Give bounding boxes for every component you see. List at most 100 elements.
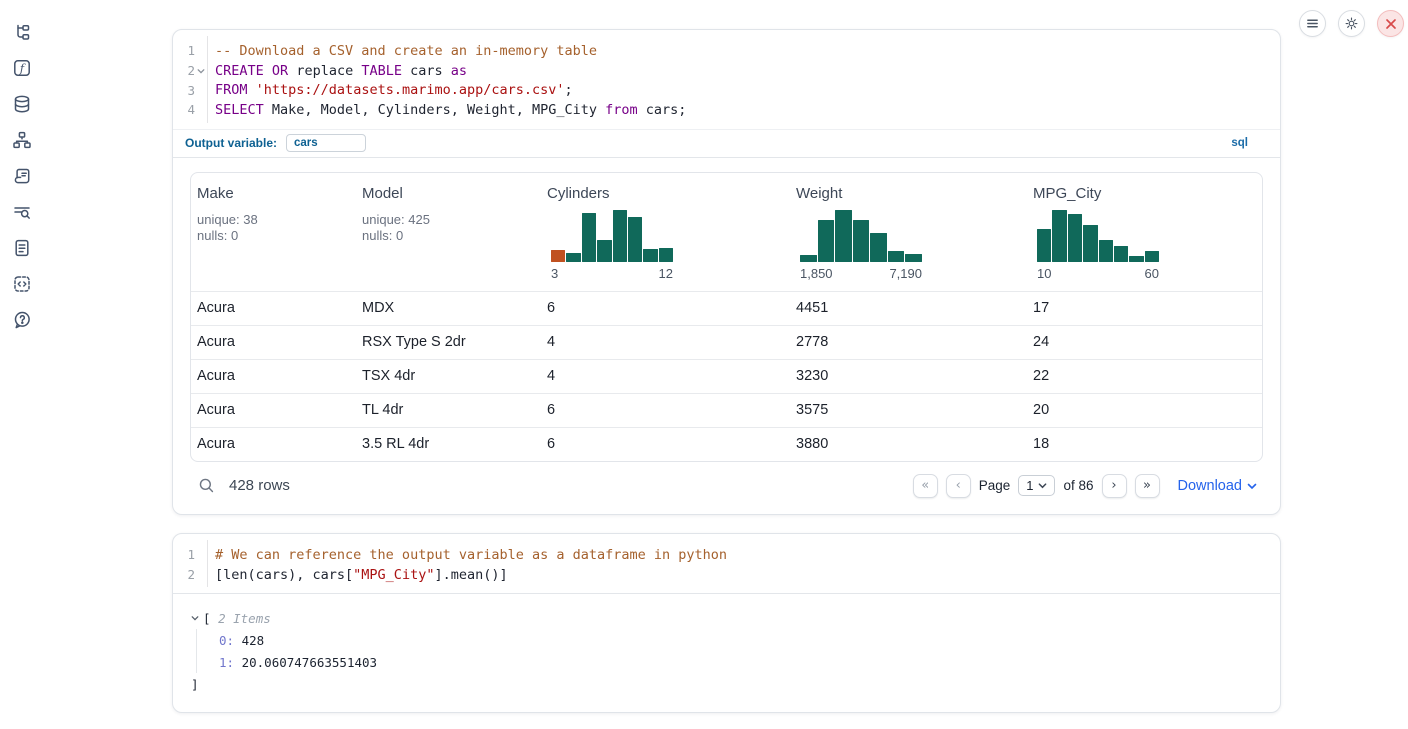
code-line: 4 SELECT Make, Model, Cylinders, Weight,… [173,100,1280,120]
pagination: « ‹ Page 1 of 86 › » Download [913,474,1257,498]
fold-chevron-icon[interactable] [195,67,207,75]
document-icon[interactable] [12,238,32,258]
dependency-graph-icon[interactable] [12,130,32,150]
helper-panel-sidebar: f [0,22,44,330]
line-number: 1 [173,43,195,58]
page: { "topbar": { "buttons": [ { "name": "me… [0,0,1408,729]
histogram-bar [566,253,580,261]
menu-button[interactable] [1299,10,1326,37]
sql-editor[interactable]: 1 -- Download a CSV and create an in-mem… [173,30,1280,129]
gutter-divider [207,36,208,123]
code-line: 1 -- Download a CSV and create an in-mem… [173,41,1280,61]
close-icon [1385,18,1397,30]
data-table: Make unique: 38 nulls: 0 Model unique: 4… [190,172,1263,462]
python-cell-output: [ 2 Items 0: 428 1: 20.060747663551403 ] [173,593,1280,712]
column-histogram: 1060 [1037,210,1159,281]
histogram-bar [1129,256,1143,262]
entry-index: 1: [219,655,234,670]
hist-max-label: 12 [659,266,673,281]
entry-index: 0: [219,633,234,648]
functions-icon[interactable]: f [12,58,32,78]
column-header-model[interactable]: Model unique: 425 nulls: 0 [356,173,541,291]
histogram-bar [1114,246,1128,262]
database-icon[interactable] [12,94,32,114]
entry-value: 428 [242,633,265,648]
list-search-icon[interactable] [12,202,32,222]
table-row: AcuraTL 4dr6357520 [191,393,1262,427]
notebook-actions [1299,10,1404,37]
column-histogram: 1,8507,190 [800,210,922,281]
hist-min-label: 10 [1037,266,1051,281]
previous-page-button[interactable]: ‹ [946,474,971,498]
table-row: AcuraRSX Type S 2dr4277824 [191,325,1262,359]
histogram-bar [659,248,673,262]
line-number: 4 [173,102,195,117]
help-icon[interactable] [12,310,32,330]
sql-cell-footer: Output variable: sql [173,129,1280,158]
page-label: Page [979,478,1011,493]
column-stats: unique: 38 [197,212,348,228]
download-button[interactable]: Download [1178,478,1258,494]
tree-entry: 1: 20.060747663551403 [219,651,1262,673]
column-histogram: 3 12 [551,210,673,281]
histogram-bar [835,210,852,262]
settings-button[interactable] [1338,10,1365,37]
histogram-bar [628,217,642,262]
histogram-bar [818,220,835,262]
collapse-chevron-icon[interactable] [191,614,203,622]
histogram-bar [613,210,627,262]
column-stats: nulls: 0 [362,228,533,244]
histogram-bar [905,254,922,262]
next-page-button[interactable]: › [1102,474,1127,498]
first-page-button[interactable]: « [913,474,938,498]
histogram-bar [597,240,611,261]
shutdown-button[interactable] [1377,10,1404,37]
file-tree-icon[interactable] [12,22,32,42]
table-row: AcuraTSX 4dr4323022 [191,359,1262,393]
column-header-cylinders[interactable]: Cylinders 312 [541,173,790,291]
row-count: 428 rows [229,477,290,494]
histogram-bar [870,233,887,262]
page-select[interactable]: 1 [1018,475,1055,496]
code-line: 2 CREATE OR replace TABLE cars as [173,61,1280,81]
column-header-make[interactable]: Make unique: 38 nulls: 0 [191,173,356,291]
line-number: 3 [173,83,195,98]
histogram-bar [853,220,870,262]
search-icon[interactable] [198,477,215,494]
histogram-bar [888,251,905,262]
close-bracket: ] [191,677,199,692]
chevron-down-icon [1038,481,1047,490]
hist-min-label: 3 [551,266,558,281]
column-header-weight[interactable]: Weight 1,8507,190 [790,173,1027,291]
column-stats: unique: 425 [362,212,533,228]
python-editor[interactable]: 1 # We can reference the output variable… [173,534,1280,593]
gutter-divider [207,540,208,587]
histogram-bar [582,213,596,262]
code-line: 3 FROM 'https://datasets.marimo.app/cars… [173,80,1280,100]
chevron-down-icon [1247,481,1257,491]
language-badge: sql [1231,137,1248,149]
code-line: 1 # We can reference the output variable… [173,545,1280,565]
histogram-bar [1052,210,1066,261]
line-number: 1 [173,547,195,562]
sql-cell-output: Make unique: 38 nulls: 0 Model unique: 4… [173,158,1280,514]
last-page-button[interactable]: » [1135,474,1160,498]
line-number: 2 [173,63,195,78]
snippets-icon[interactable] [12,274,32,294]
histogram-bar [551,250,565,261]
gear-icon [1344,16,1359,31]
svg-text:f: f [19,61,26,75]
tree-root-row: [ 2 Items [191,607,1262,629]
output-variable-label: Output variable: [185,136,277,150]
output-variable-input[interactable] [286,134,366,152]
table-row: AcuraMDX6445117 [191,291,1262,325]
histogram-bar [643,249,657,261]
histogram-bar [1037,229,1051,262]
code-line: 2 [len(cars), cars["MPG_City"].mean()] [173,565,1280,585]
tree-entries: 0: 428 1: 20.060747663551403 [196,629,1262,673]
tree-entry: 0: 428 [219,629,1262,651]
scroll-logs-icon[interactable] [12,166,32,186]
column-header-mpg-city[interactable]: MPG_City 1060 [1027,173,1262,291]
histogram-bar [1068,214,1082,262]
items-count-label: 2 Items [218,611,271,626]
